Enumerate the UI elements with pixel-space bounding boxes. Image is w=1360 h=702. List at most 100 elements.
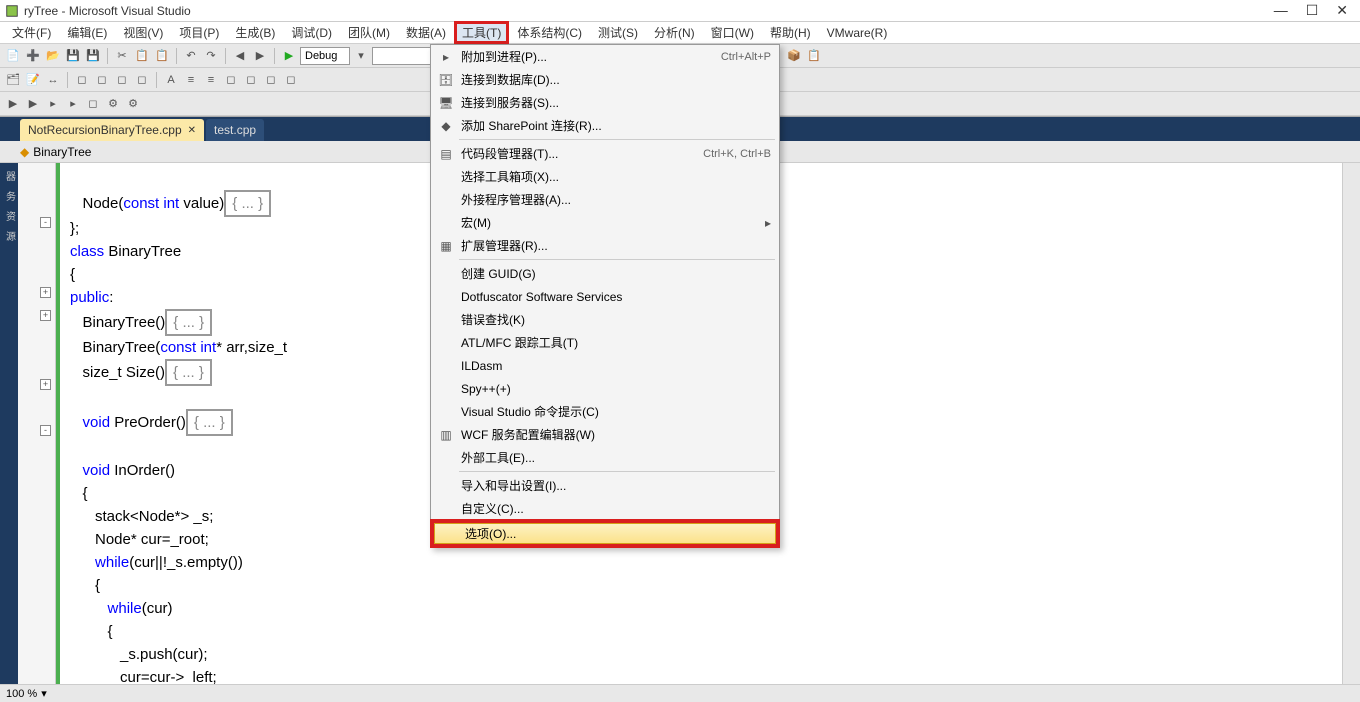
zoom-dropdown-icon[interactable]: ▾ — [41, 687, 47, 700]
vertical-scrollbar[interactable] — [1342, 163, 1360, 684]
menu-edit[interactable]: 编辑(E) — [59, 22, 115, 43]
menu-window[interactable]: 窗口(W) — [703, 22, 762, 43]
start-debug-icon[interactable]: ▶ — [280, 47, 298, 65]
menu-attach-process[interactable]: ▸ 附加到进程(P)... Ctrl+Alt+P — [431, 45, 779, 68]
tb-icon[interactable]: A — [162, 71, 180, 89]
tb-icon[interactable]: 🗂 — [4, 71, 22, 89]
fold-toggle-icon[interactable]: + — [40, 287, 51, 298]
fold-toggle-icon[interactable]: - — [40, 217, 51, 228]
menu-macros[interactable]: 宏(M) — [431, 211, 779, 234]
nav-fwd-icon[interactable]: ▶ — [251, 47, 269, 65]
tb-icon[interactable]: ⚙ — [124, 95, 142, 113]
menu-options[interactable]: 选项(O)... — [434, 523, 776, 544]
menu-customize[interactable]: 自定义(C)... — [431, 497, 779, 520]
add-item-icon[interactable]: ➕ — [24, 47, 42, 65]
menu-project[interactable]: 项目(P) — [171, 22, 227, 43]
separator — [274, 48, 275, 64]
fold-toggle-icon[interactable]: + — [40, 310, 51, 321]
tb-icon[interactable]: ◻ — [84, 95, 102, 113]
maximize-button[interactable]: ☐ — [1306, 2, 1319, 19]
minimize-button[interactable]: — — [1274, 2, 1288, 19]
copy-icon[interactable]: 📋 — [133, 47, 151, 65]
menu-separator — [459, 471, 775, 472]
menu-spy[interactable]: Spy++(+) — [431, 377, 779, 400]
sharepoint-icon: ◆ — [435, 119, 457, 133]
tb-icon[interactable]: ◻ — [73, 71, 91, 89]
save-icon[interactable]: 💾 — [64, 47, 82, 65]
menu-atl-mfc-trace[interactable]: ATL/MFC 跟踪工具(T) — [431, 331, 779, 354]
menu-file[interactable]: 文件(F) — [4, 22, 59, 43]
side-tab[interactable]: 务 — [2, 187, 17, 205]
menu-analyze[interactable]: 分析(N) — [646, 22, 703, 43]
wcf-icon: ▥ — [435, 428, 457, 442]
tb-icon[interactable]: ≡ — [182, 71, 200, 89]
menu-architecture[interactable]: 体系结构(C) — [509, 22, 590, 43]
cut-icon[interactable]: ✂ — [113, 47, 131, 65]
tb-icon[interactable]: ◻ — [282, 71, 300, 89]
menu-snippet-manager[interactable]: ▤ 代码段管理器(T)... Ctrl+K, Ctrl+B — [431, 142, 779, 165]
side-tab[interactable]: 源 — [2, 227, 17, 245]
menu-vmware[interactable]: VMware(R) — [819, 24, 896, 42]
paste-icon[interactable]: 📋 — [153, 47, 171, 65]
menu-add-sharepoint[interactable]: ◆ 添加 SharePoint 连接(R)... — [431, 114, 779, 137]
menu-debug[interactable]: 调试(D) — [283, 22, 340, 43]
tb-icon[interactable]: ◻ — [222, 71, 240, 89]
dropdown-icon[interactable]: ▾ — [352, 47, 370, 65]
menu-external-tools[interactable]: 外部工具(E)... — [431, 446, 779, 469]
redo-icon[interactable]: ↷ — [202, 47, 220, 65]
tb-icon[interactable]: 📦 — [785, 47, 803, 65]
tb-icon[interactable]: ▸ — [44, 95, 62, 113]
menu-error-lookup[interactable]: 错误查找(K) — [431, 308, 779, 331]
menu-import-export[interactable]: 导入和导出设置(I)... — [431, 474, 779, 497]
menu-team[interactable]: 团队(M) — [340, 22, 398, 43]
menu-extension-manager[interactable]: ▦ 扩展管理器(R)... — [431, 234, 779, 257]
config-combo[interactable]: Debug — [300, 47, 350, 65]
close-button[interactable]: ✕ — [1336, 2, 1348, 19]
menu-ildasm[interactable]: ILDasm — [431, 354, 779, 377]
change-indicator — [56, 163, 60, 684]
tab-close-icon[interactable]: ✕ — [188, 125, 196, 136]
tb-icon[interactable]: ◻ — [262, 71, 280, 89]
menu-connect-server[interactable]: 🖥 连接到服务器(S)... — [431, 91, 779, 114]
tb-icon[interactable]: ▶ — [4, 95, 22, 113]
tb-icon[interactable]: ⚙ — [104, 95, 122, 113]
tb-icon[interactable]: 📝 — [24, 71, 42, 89]
fold-toggle-icon[interactable]: - — [40, 425, 51, 436]
menu-create-guid[interactable]: 创建 GUID(G) — [431, 262, 779, 285]
tb-icon[interactable]: 📋 — [805, 47, 823, 65]
menu-test[interactable]: 测试(S) — [590, 22, 646, 43]
tb-icon[interactable]: ↔ — [44, 71, 62, 89]
menu-build[interactable]: 生成(B) — [227, 22, 283, 43]
menu-view[interactable]: 视图(V) — [115, 22, 171, 43]
menu-connect-database[interactable]: 🗄 连接到数据库(D)... — [431, 68, 779, 91]
menu-data[interactable]: 数据(A) — [398, 22, 454, 43]
tb-icon[interactable]: ▸ — [64, 95, 82, 113]
menu-tools[interactable]: 工具(T) — [454, 21, 509, 44]
menu-dotfuscator[interactable]: Dotfuscator Software Services — [431, 285, 779, 308]
tab-inactive[interactable]: test.cpp — [206, 119, 264, 141]
tb-icon[interactable]: ▶ — [24, 95, 42, 113]
undo-icon[interactable]: ↶ — [182, 47, 200, 65]
menu-vs-cmd-prompt[interactable]: Visual Studio 命令提示(C) — [431, 400, 779, 423]
side-tab[interactable]: 资 — [2, 207, 17, 225]
nav-back-icon[interactable]: ◀ — [231, 47, 249, 65]
tb-icon[interactable]: ◻ — [93, 71, 111, 89]
tab-active[interactable]: NotRecursionBinaryTree.cpp ✕ — [20, 119, 204, 141]
menu-help[interactable]: 帮助(H) — [762, 22, 819, 43]
side-tab[interactable]: 器 — [2, 167, 17, 185]
menu-wcf-config[interactable]: ▥ WCF 服务配置编辑器(W) — [431, 423, 779, 446]
process-icon: ▸ — [435, 50, 457, 64]
tb-icon[interactable]: ≡ — [202, 71, 220, 89]
save-all-icon[interactable]: 💾 — [84, 47, 102, 65]
nav-symbol[interactable]: BinaryTree — [33, 145, 91, 159]
window-buttons: — ☐ ✕ — [1274, 2, 1356, 19]
fold-toggle-icon[interactable]: + — [40, 379, 51, 390]
menu-addin-manager[interactable]: 外接程序管理器(A)... — [431, 188, 779, 211]
new-project-icon[interactable]: 📄 — [4, 47, 22, 65]
zoom-level[interactable]: 100 % — [6, 688, 37, 700]
tb-icon[interactable]: ◻ — [113, 71, 131, 89]
tb-icon[interactable]: ◻ — [133, 71, 151, 89]
menu-choose-toolbox[interactable]: 选择工具箱项(X)... — [431, 165, 779, 188]
tb-icon[interactable]: ◻ — [242, 71, 260, 89]
open-file-icon[interactable]: 📂 — [44, 47, 62, 65]
